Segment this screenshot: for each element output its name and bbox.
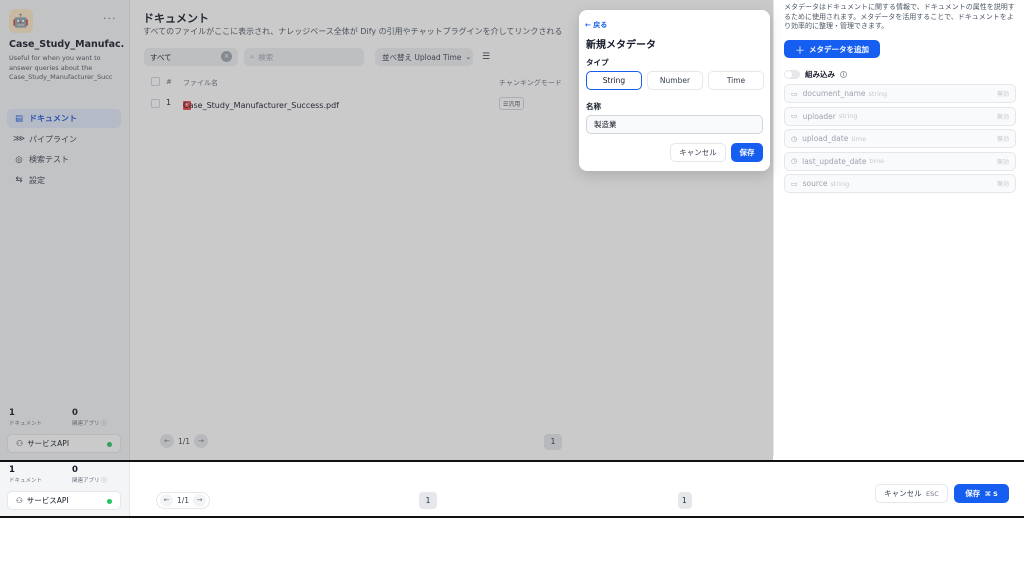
text-icon: ▭: [791, 89, 798, 98]
screen: 🤖 ··· Case_Study_Manufac... Useful for w…: [0, 0, 1024, 518]
name-input[interactable]: 製造業: [586, 115, 763, 134]
type-label: タイプ: [586, 58, 609, 67]
save-button[interactable]: 保存 ⌘ S: [954, 484, 1009, 503]
metadata-state: 無効: [996, 136, 1009, 143]
metadata-type: string: [830, 179, 850, 188]
list-item: ▭ document_name string 無効: [784, 84, 1016, 103]
cancel-label: キャンセル: [884, 489, 922, 498]
list-item: ◷ upload_date time 無効: [784, 129, 1016, 148]
back-link[interactable]: ← 戻る: [585, 20, 607, 30]
add-metadata-button[interactable]: ＋ メタデータを追加: [784, 40, 880, 58]
metadata-name: uploader: [802, 111, 836, 121]
metadata-state: 無効: [996, 91, 1009, 98]
new-metadata-popup: ← 戻る 新規メタデータ タイプ String Number Time 名称 製…: [579, 10, 770, 171]
metadata-panel: メタデータはドキュメントに関する情報で、ドキュメントの属性を説明するために使用さ…: [773, 0, 1024, 456]
pagination: ← 1/1 →: [156, 492, 211, 509]
apps-stat: 0 関連アプリ ⓘ: [72, 465, 107, 484]
service-api-label: サービスAPI: [26, 496, 69, 505]
metadata-name: source: [802, 179, 828, 188]
apps-count: 0: [72, 465, 78, 475]
documents-stat: 1 ドキュメント: [9, 465, 42, 484]
save-label: 保存: [965, 489, 981, 498]
builtin-metadata-list: ▭ document_name string 無効 ▭ uploader str…: [784, 84, 1016, 197]
esc-shortcut: ESC: [926, 490, 939, 498]
text-icon: ▭: [791, 112, 798, 120]
metadata-name: last_update_date: [802, 156, 867, 166]
list-item: ◷ last_update_date time 無効: [784, 151, 1016, 171]
metadata-type: string: [868, 89, 888, 98]
builtin-label: 組み込み: [805, 70, 835, 79]
plus-icon: ＋: [795, 45, 805, 57]
apps-label: 関連アプリ ⓘ: [72, 478, 107, 484]
popup-title: 新規メタデータ: [586, 40, 656, 51]
save-shortcut: ⌘ S: [984, 490, 998, 498]
status-dot: [107, 499, 112, 504]
name-label: 名称: [586, 102, 601, 111]
builtin-section-header: 組み込み i: [784, 69, 847, 80]
metadata-type: time: [851, 134, 867, 143]
list-item: ▭ uploader string 無効: [784, 106, 1016, 126]
type-options: String Number Time: [586, 71, 764, 90]
documents-label: ドキュメント: [9, 478, 43, 484]
list-item: ▭ source string 無効: [784, 174, 1016, 193]
pagination-text: 1/1: [177, 496, 190, 505]
next-page-icon[interactable]: →: [193, 494, 207, 507]
prev-page-icon[interactable]: ←: [160, 494, 173, 507]
type-option-number[interactable]: Number: [647, 71, 703, 90]
api-icon: ⚇: [16, 496, 23, 505]
bottom-stats: 1 ドキュメント 0 関連アプリ ⓘ: [9, 465, 107, 484]
clock-icon: ◷: [791, 157, 798, 165]
cancel-button[interactable]: キャンセル: [670, 143, 726, 162]
service-api-button[interactable]: ⚇ サービスAPI: [7, 491, 121, 510]
metadata-description: メタデータはドキュメントに関する情報で、ドキュメントの属性を説明するために使用さ…: [784, 3, 1015, 30]
metadata-type: string: [838, 112, 858, 120]
bottom-sidebar: 1 ドキュメント 0 関連アプリ ⓘ ⚇ サービスAPI: [0, 462, 130, 516]
cancel-button[interactable]: キャンセル ESC: [875, 484, 948, 503]
info-icon[interactable]: i: [840, 71, 847, 78]
type-option-string[interactable]: String: [586, 71, 642, 90]
metadata-state: 無効: [996, 158, 1009, 166]
text-icon: ▭: [791, 179, 798, 188]
clock-icon: ◷: [791, 134, 798, 143]
page-number-button[interactable]: 1: [419, 492, 437, 509]
save-button[interactable]: 保存: [731, 143, 763, 162]
metadata-state: 無効: [996, 113, 1009, 121]
metadata-name: upload_date: [802, 134, 849, 143]
type-option-time[interactable]: Time: [708, 71, 764, 90]
page-number-button-partial[interactable]: 1: [678, 492, 692, 509]
metadata-type: time: [869, 157, 885, 165]
add-metadata-label: メタデータを追加: [809, 44, 869, 54]
documents-count: 1: [9, 465, 15, 475]
metadata-name: document_name: [802, 89, 866, 98]
metadata-state: 無効: [996, 181, 1009, 188]
bottom-strip: 1 ドキュメント 0 関連アプリ ⓘ ⚇ サービスAPI ← 1/1 → 1 1…: [0, 460, 1024, 518]
builtin-toggle[interactable]: [784, 70, 800, 79]
